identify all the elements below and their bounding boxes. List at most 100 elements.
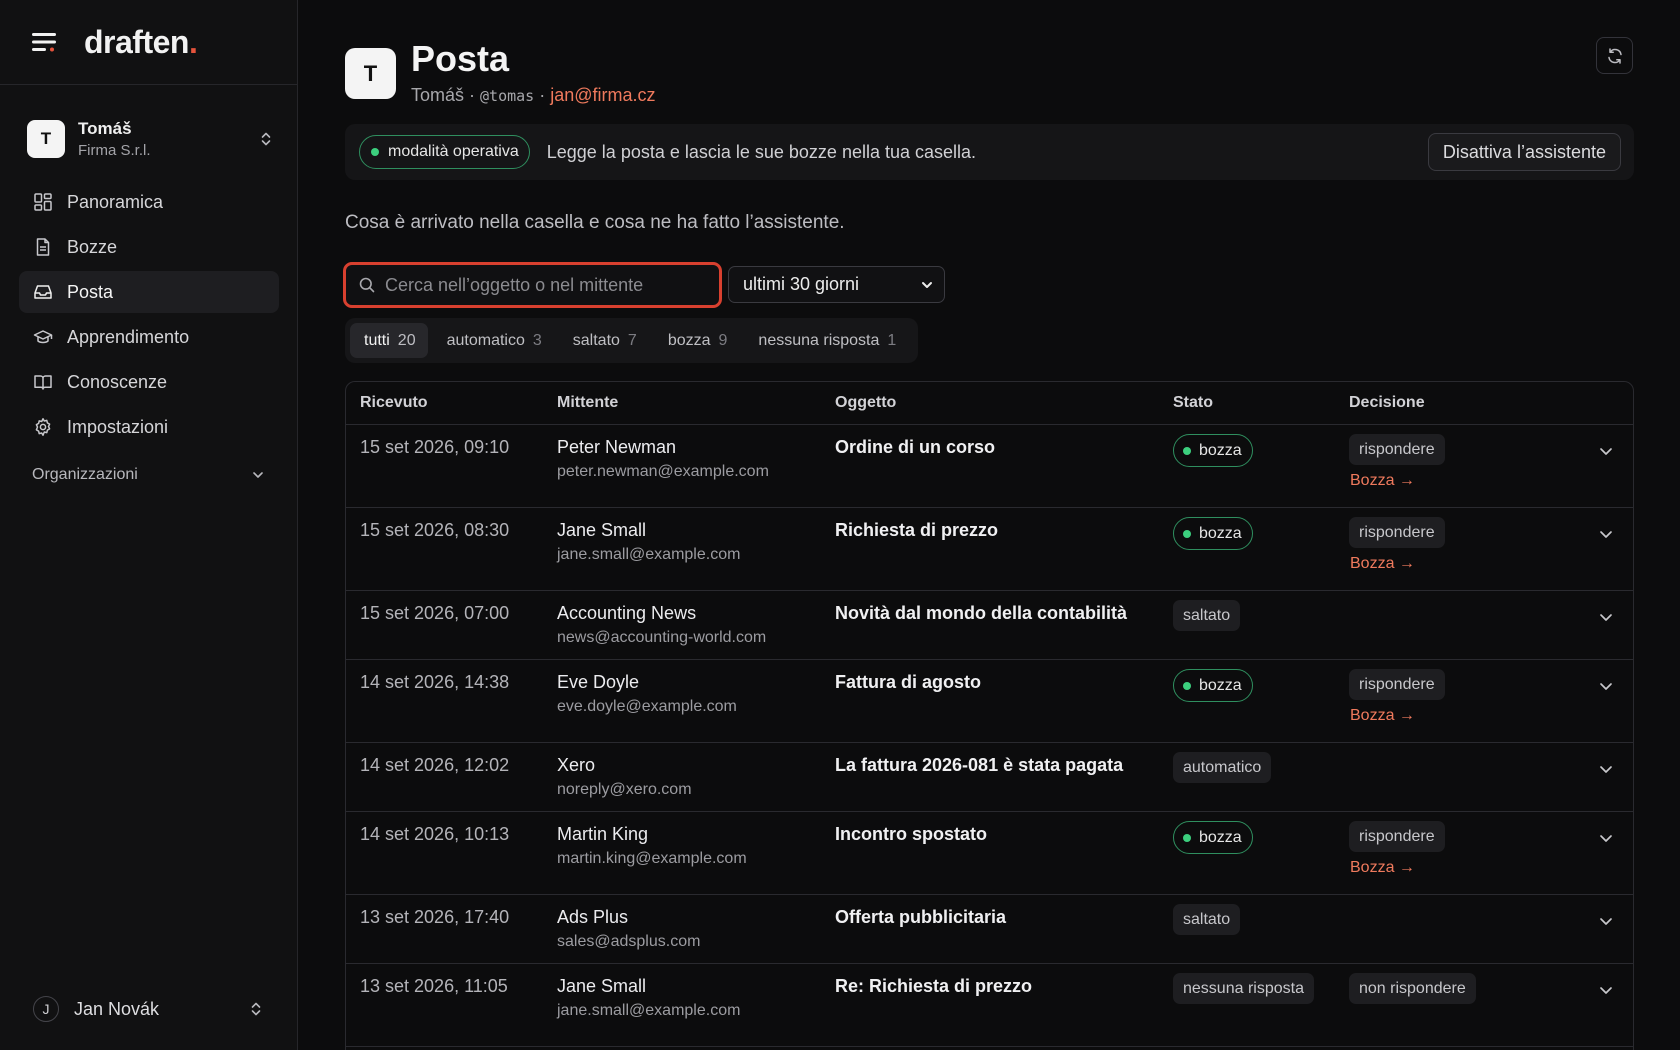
filter-label: automatico (446, 331, 525, 349)
chevron-down-icon[interactable] (1596, 676, 1616, 696)
status-badge: bozza (1173, 821, 1253, 854)
column-header-state[interactable]: Stato (1173, 394, 1349, 412)
separator: · (464, 85, 481, 105)
sender-cell: Jane Small jane.small@example.com (557, 520, 740, 564)
search-field[interactable] (343, 262, 722, 308)
sender-name: Ads Plus (557, 907, 629, 927)
table-row[interactable]: 13 set 2026, 11:05 Jane Small jane.small… (346, 964, 1633, 1047)
mode-label: modalità operativa (388, 143, 519, 160)
sender-cell: Xero noreply@xero.com (557, 755, 692, 799)
status-badge: saltato (1173, 904, 1241, 935)
chevron-down-icon (253, 472, 263, 478)
user-name: Jan Novák (74, 998, 160, 1019)
filter-tab-saltato[interactable]: saltato 7 (559, 323, 649, 358)
state-cell: saltato (1173, 600, 1241, 631)
table-row[interactable]: 14 set 2026, 12:02 Xero noreply@xero.com… (346, 743, 1633, 812)
table-row[interactable]: 15 set 2026, 08:30 Jane Small jane.small… (346, 508, 1633, 591)
decision-cell: rispondere Bozza → (1349, 821, 1445, 877)
column-header-decision[interactable]: Decisione (1349, 394, 1425, 412)
sender-email: sales@adsplus.com (557, 933, 701, 950)
open-draft-link[interactable]: Bozza → (1349, 859, 1445, 877)
status-badge: bozza (1173, 669, 1253, 702)
sender-name: Peter Newman (557, 437, 677, 457)
workspace-org: Firma S.r.l. (78, 142, 151, 159)
mode-badge[interactable]: modalità operativa (359, 135, 530, 169)
table-row[interactable]: 14 set 2026, 14:38 Eve Doyle eve.doyle@e… (346, 660, 1633, 743)
status-dot (1183, 681, 1191, 690)
sender-name: Jane Small (557, 520, 647, 540)
filter-label: saltato (572, 331, 620, 349)
chevron-down-icon[interactable] (1596, 911, 1616, 931)
filter-tab-automatico[interactable]: automatico 3 (433, 323, 554, 358)
mailbox-subtitle: Tomáš · @tomas · jan@firma.cz (411, 85, 656, 106)
sidebar-item-posta[interactable]: Posta (19, 271, 279, 313)
chevron-down-icon[interactable] (1596, 524, 1616, 544)
table-row[interactable]: 14 set 2026, 10:13 Martin King martin.ki… (346, 812, 1633, 895)
sidebar-item-bozze[interactable]: Bozze (19, 226, 279, 268)
filter-count: 9 (718, 331, 728, 349)
status-dot (371, 148, 379, 156)
open-draft-link[interactable]: Bozza → (1349, 472, 1445, 490)
chevron-down-icon[interactable] (1596, 759, 1616, 779)
filter-count: 1 (887, 331, 897, 349)
state-cell: bozza (1173, 434, 1253, 467)
menu-icon[interactable] (32, 28, 60, 56)
search-input[interactable] (385, 274, 705, 296)
filter-tab-tutti[interactable]: tutti 20 (350, 323, 428, 358)
workspace-switcher[interactable]: T Tomáš Firma S.r.l. (27, 114, 275, 164)
chevron-down-icon[interactable] (1596, 441, 1616, 461)
open-draft-link[interactable]: Bozza → (1349, 555, 1445, 573)
column-header-subject[interactable]: Oggetto (835, 394, 1173, 412)
brand-row: draften. (0, 0, 297, 85)
sidebar-item-label: Apprendimento (67, 326, 190, 347)
table-row[interactable]: 15 set 2026, 07:00 Accounting News news@… (346, 591, 1633, 660)
status-badge: saltato (1173, 600, 1241, 631)
sidebar-item-impostazioni[interactable]: Impostazioni (19, 406, 279, 448)
chevron-down-icon[interactable] (1596, 607, 1616, 627)
sidebar-item-apprendimento[interactable]: Apprendimento (19, 316, 279, 358)
period-select[interactable]: ultimi 30 giorni (728, 266, 945, 303)
received-date: 14 set 2026, 12:02 (360, 755, 510, 775)
column-header-received[interactable]: Ricevuto (360, 394, 557, 412)
app-logo[interactable]: draften. (84, 24, 198, 61)
sender-cell: Jane Small jane.small@example.com (557, 976, 740, 1020)
subject: Offerta pubblicitaria (835, 907, 1007, 927)
filter-count: 3 (532, 331, 542, 349)
sender-email: jane.small@example.com (557, 1002, 741, 1019)
status-label: bozza (1199, 524, 1242, 542)
filter-count: 20 (397, 331, 416, 349)
decision-cell: rispondere Bozza → (1349, 517, 1445, 573)
chevrons-up-down-icon (261, 132, 271, 146)
user-menu[interactable]: J Jan Novák (33, 994, 265, 1024)
graduation-cap-icon (33, 330, 53, 344)
filter-tab-nessuna-risposta[interactable]: nessuna risposta 1 (744, 323, 908, 358)
sidebar-item-panoramica[interactable]: Panoramica (19, 181, 279, 223)
sender-name: Eve Doyle (557, 672, 640, 692)
decision-cell: rispondere Bozza → (1349, 669, 1445, 725)
sidebar-item-conoscenze[interactable]: Conoscenze (19, 361, 279, 403)
status-badge: nessuna risposta (1173, 973, 1314, 1004)
table-header: Ricevuto Mittente Oggetto Stato Decision… (346, 382, 1633, 425)
table-row[interactable]: 15 set 2026, 09:10 Peter Newman peter.ne… (346, 425, 1633, 508)
state-cell: nessuna risposta (1173, 973, 1314, 1004)
open-draft-link[interactable]: Bozza → (1349, 707, 1445, 725)
assistant-status-banner: modalità operativa Legge la posta e lasc… (345, 124, 1634, 180)
sender-name: Martin King (557, 824, 649, 844)
sender-email: jane.small@example.com (557, 546, 741, 563)
organizations-label: Organizzazioni (32, 466, 138, 483)
chevron-down-icon[interactable] (1596, 980, 1616, 1000)
chevron-down-icon[interactable] (1596, 828, 1616, 848)
sender-name: Jane Small (557, 976, 647, 996)
mailbox-email[interactable]: jan@firma.cz (550, 85, 655, 105)
sender-email: eve.doyle@example.com (557, 698, 737, 715)
column-header-sender[interactable]: Mittente (557, 394, 835, 412)
filter-tab-bozza[interactable]: bozza 9 (654, 323, 740, 358)
deactivate-assistant-button[interactable]: Disattiva l’assistente (1427, 133, 1621, 171)
refresh-button[interactable] (1596, 37, 1633, 74)
sidebar-item-label: Impostazioni (67, 416, 169, 437)
organizations-toggle[interactable]: Organizzazioni (32, 466, 266, 484)
separator: · (534, 85, 551, 105)
sidebar-nav: Panoramica Bozze Posta Apprendimento Con… (19, 181, 279, 451)
table-row[interactable]: 13 set 2026, 17:40 Ads Plus sales@adsplu… (346, 895, 1633, 964)
state-cell: bozza (1173, 517, 1253, 550)
